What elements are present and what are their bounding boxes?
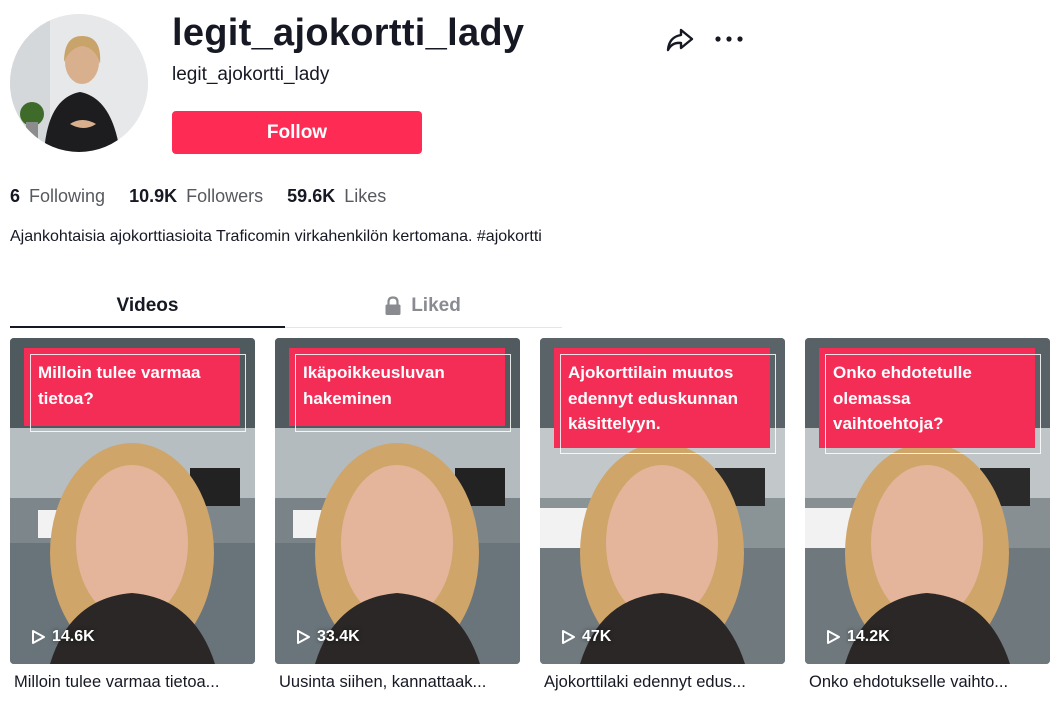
video-thumbnail[interactable]: Milloin tulee varmaa tietoa? 14.6K (10, 338, 255, 664)
play-icon (827, 630, 840, 644)
tab-underline (10, 326, 285, 328)
stat-followers[interactable]: 10.9K Followers (129, 186, 263, 207)
video-caption-overlay: Ikäpoikkeusluvan hakeminen (289, 348, 511, 432)
video-thumbnail[interactable]: Onko ehdotetulle olemassa vaihtoehtoja? … (805, 338, 1050, 664)
video-description[interactable]: Uusinta siihen, kannattaak... (275, 673, 520, 692)
view-count: 33.4K (295, 628, 360, 646)
view-count: 14.2K (825, 628, 890, 646)
profile-stats: 6 Following 10.9K Followers 59.6K Likes (10, 186, 386, 207)
tab-bar: Videos Liked (10, 284, 562, 328)
video-caption-overlay: Milloin tulee varmaa tietoa? (24, 348, 246, 432)
video-caption-overlay: Ajokorttilain muutos edennyt eduskunnan … (554, 348, 776, 454)
play-icon (297, 630, 310, 644)
video-card[interactable]: Ajokorttilain muutos edennyt eduskunnan … (540, 338, 785, 692)
stat-following[interactable]: 6 Following (10, 186, 105, 207)
video-caption-overlay: Onko ehdotetulle olemassa vaihtoehtoja? (819, 348, 1041, 454)
stat-likes: 59.6K Likes (287, 186, 387, 206)
play-icon (32, 630, 45, 644)
view-count: 14.6K (30, 628, 95, 646)
tab-videos[interactable]: Videos (10, 284, 285, 328)
video-description[interactable]: Onko ehdotukselle vaihto... (805, 673, 1050, 692)
view-count: 47K (560, 628, 611, 646)
lock-icon (385, 296, 401, 315)
video-thumbnail[interactable]: Ikäpoikkeusluvan hakeminen 33.4K (275, 338, 520, 664)
video-description[interactable]: Milloin tulee varmaa tietoa... (10, 673, 255, 692)
tab-videos-label: Videos (116, 295, 179, 316)
video-card[interactable]: Ikäpoikkeusluvan hakeminen 33.4K Uusinta… (275, 338, 520, 692)
tab-liked-label: Liked (411, 295, 461, 316)
video-description[interactable]: Ajokorttilaki edennyt edus... (540, 673, 785, 692)
play-icon (562, 630, 575, 644)
avatar-image (10, 14, 148, 152)
video-card[interactable]: Onko ehdotetulle olemassa vaihtoehtoja? … (805, 338, 1050, 692)
profile-subtitle: legit_ajokortti_lady (172, 64, 330, 85)
profile-bio: Ajankohtaisia ajokorttiasioita Traficomi… (10, 228, 542, 245)
follow-button[interactable]: Follow (172, 111, 422, 154)
page-title: legit_ajokortti_lady (172, 12, 525, 54)
video-card[interactable]: Milloin tulee varmaa tietoa? 14.6K Millo… (10, 338, 255, 692)
video-grid: Milloin tulee varmaa tietoa? 14.6K Millo… (10, 338, 1050, 692)
tab-liked[interactable]: Liked (285, 284, 560, 328)
avatar[interactable] (10, 14, 148, 152)
share-icon[interactable] (666, 27, 694, 53)
more-icon[interactable] (712, 30, 746, 48)
video-thumbnail[interactable]: Ajokorttilain muutos edennyt eduskunnan … (540, 338, 785, 664)
